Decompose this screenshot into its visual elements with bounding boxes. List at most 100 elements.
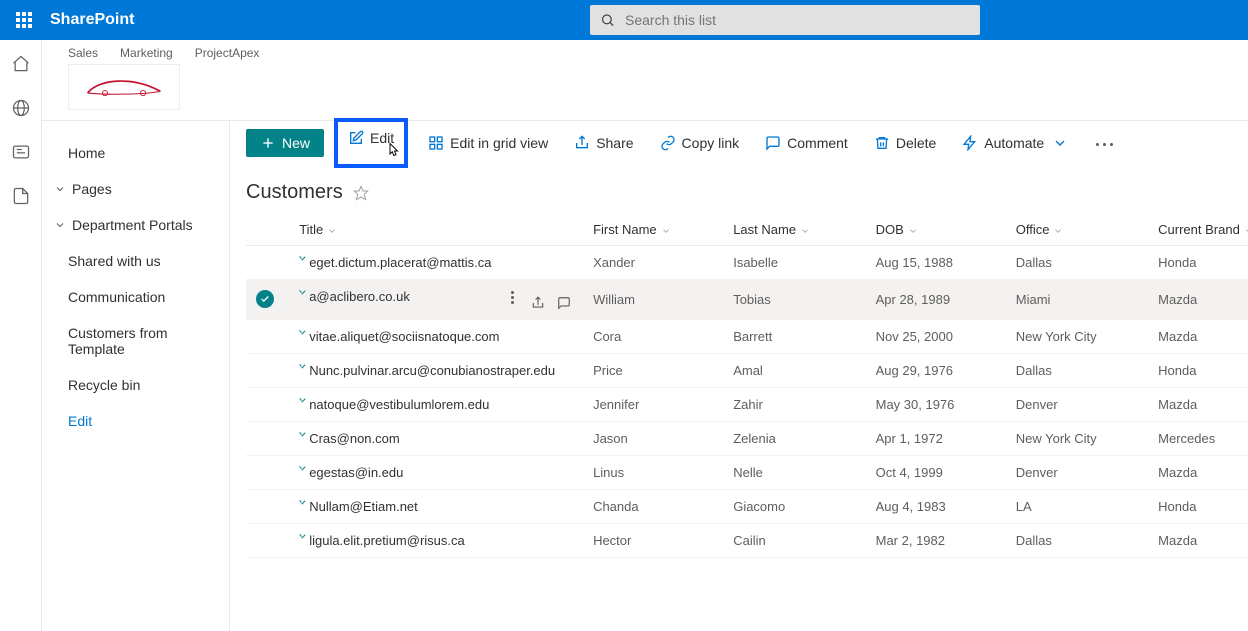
cell-brand: Mazda [1150,387,1248,421]
app-launcher-button[interactable] [8,4,40,36]
cell-brand: Honda [1150,489,1248,523]
item-indicator-icon [299,465,307,473]
row-select-cell[interactable] [246,421,291,455]
edit-icon [348,130,364,146]
search-box[interactable] [590,5,980,35]
row-select-cell[interactable] [246,246,291,280]
cell-title[interactable]: Cras@non.com [291,421,585,455]
cell-office: New York City [1008,319,1150,353]
table-row[interactable]: a@aclibero.co.ukWilliamTobiasApr 28, 198… [246,280,1248,320]
column-current-brand[interactable]: Current Brand [1150,214,1248,246]
nav-shared-with-us[interactable]: Shared with us [42,243,229,279]
table-row[interactable]: eget.dictum.placerat@mattis.caXanderIsab… [246,246,1248,280]
row-select-cell[interactable] [246,489,291,523]
column-select[interactable] [246,214,291,246]
nav-customers-template[interactable]: Customers from Template [42,315,229,367]
hub-nav-link[interactable]: ProjectApex [195,46,260,60]
cell-title[interactable]: natoque@vestibulumlorem.edu [291,387,585,421]
row-select-cell[interactable] [246,319,291,353]
globe-icon[interactable] [11,98,31,118]
cell-brand: Mazda [1150,523,1248,557]
column-dob[interactable]: DOB [868,214,1008,246]
column-title[interactable]: Title [291,214,585,246]
more-commands-button[interactable] [1094,135,1115,151]
cell-last-name: Tobias [725,280,867,320]
cell-title[interactable]: ligula.elit.pretium@risus.ca [291,523,585,557]
comment-button[interactable]: Comment [759,131,854,155]
news-icon[interactable] [11,142,31,162]
cell-title[interactable]: vitae.aliquet@sociisnatoque.com [291,319,585,353]
column-first-name[interactable]: First Name [585,214,725,246]
row-share-icon[interactable] [531,296,545,310]
site-header: Sales Marketing ProjectApex [42,40,1248,121]
chevron-down-icon [1053,226,1063,236]
chevron-down-icon [1052,135,1068,151]
column-last-name[interactable]: Last Name [725,214,867,246]
cell-brand: Mercedes [1150,421,1248,455]
row-more-button[interactable] [505,289,519,306]
table-row[interactable]: ligula.elit.pretium@risus.caHectorCailin… [246,523,1248,557]
new-button[interactable]: New [246,129,324,157]
row-select-cell[interactable] [246,455,291,489]
table-row[interactable]: egestas@in.eduLinusNelleOct 4, 1999Denve… [246,455,1248,489]
cursor-pointer-icon [384,142,402,160]
row-select-cell[interactable] [246,523,291,557]
table-row[interactable]: natoque@vestibulumlorem.eduJenniferZahir… [246,387,1248,421]
chevron-down-icon [1244,226,1248,236]
row-select-cell[interactable] [246,387,291,421]
search-input[interactable] [623,11,970,29]
column-office[interactable]: Office [1008,214,1150,246]
car-logo-icon [76,74,172,100]
cell-last-name: Barrett [725,319,867,353]
cell-title[interactable]: Nullam@Etiam.net [291,489,585,523]
row-select-cell[interactable] [246,353,291,387]
chevron-down-icon [800,226,810,236]
hub-nav-link[interactable]: Sales [68,46,98,60]
cell-first-name: Linus [585,455,725,489]
cell-brand: Honda [1150,246,1248,280]
home-icon[interactable] [11,54,31,74]
favorite-star-icon[interactable] [353,185,369,201]
customers-table: Title First Name Last Name DOB Office Cu… [246,214,1248,558]
search-icon [600,12,615,28]
file-icon[interactable] [11,186,31,206]
cell-title[interactable]: a@aclibero.co.uk [291,280,585,320]
edit-grid-button[interactable]: Edit in grid view [422,131,554,155]
table-row[interactable]: vitae.aliquet@sociisnatoque.comCoraBarre… [246,319,1248,353]
cell-title[interactable]: Nunc.pulvinar.arcu@conubianostraper.edu [291,353,585,387]
cell-office: Dallas [1008,246,1150,280]
item-indicator-icon [299,431,307,439]
nav-communication[interactable]: Communication [42,279,229,315]
nav-department-portals[interactable]: Department Portals [42,207,229,243]
table-row[interactable]: Cras@non.comJasonZeleniaApr 1, 1972New Y… [246,421,1248,455]
cell-last-name: Nelle [725,455,867,489]
brand-label: SharePoint [50,11,134,29]
nav-recycle-bin[interactable]: Recycle bin [42,367,229,403]
cell-title[interactable]: egestas@in.edu [291,455,585,489]
hub-nav-link[interactable]: Marketing [120,46,173,60]
comment-icon [765,135,781,151]
nav-pages[interactable]: Pages [42,171,229,207]
cell-office: New York City [1008,421,1150,455]
share-button[interactable]: Share [568,131,639,155]
cell-first-name: Cora [585,319,725,353]
automate-button[interactable]: Automate [956,131,1074,155]
cell-title[interactable]: eget.dictum.placerat@mattis.ca [291,246,585,280]
table-row[interactable]: Nullam@Etiam.netChandaGiacomoAug 4, 1983… [246,489,1248,523]
cell-last-name: Cailin [725,523,867,557]
item-indicator-icon [299,499,307,507]
copy-link-button[interactable]: Copy link [654,131,746,155]
cell-brand: Honda [1150,353,1248,387]
chevron-down-icon [661,226,671,236]
list-title-row: Customers [230,165,1248,214]
cell-office: Denver [1008,387,1150,421]
nav-edit-link[interactable]: Edit [42,403,229,439]
item-indicator-icon [299,363,307,371]
table-row[interactable]: Nunc.pulvinar.arcu@conubianostraper.eduP… [246,353,1248,387]
row-select-cell[interactable] [246,280,291,320]
cell-first-name: Jason [585,421,725,455]
row-comment-icon[interactable] [557,296,571,310]
delete-button[interactable]: Delete [868,131,942,155]
site-logo[interactable] [68,64,180,110]
nav-home[interactable]: Home [42,135,229,171]
